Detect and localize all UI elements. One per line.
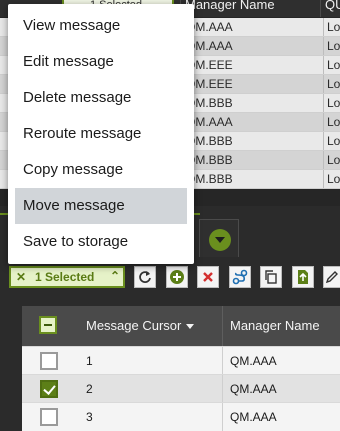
- row-checkbox[interactable]: [40, 408, 58, 426]
- context-menu: View message Edit message Delete message…: [8, 4, 194, 264]
- column-header-manager-name[interactable]: Manager Name: [222, 306, 340, 346]
- menu-item-copy-message[interactable]: Copy message: [15, 152, 187, 188]
- chevron-down-circle-icon: [209, 229, 231, 251]
- message-toolbar: ✕ 1 Selected ⌃: [0, 262, 340, 298]
- add-icon: [170, 270, 184, 284]
- route-icon: [232, 269, 248, 285]
- menu-item-delete-message[interactable]: Delete message: [15, 80, 187, 116]
- refresh-button[interactable]: [134, 266, 156, 288]
- add-button[interactable]: [166, 266, 188, 288]
- delete-button[interactable]: [197, 266, 219, 288]
- messages-table: Message Cursor Manager Name 1 QM.AAA 2 Q…: [22, 306, 340, 431]
- cursor-cell: 1: [86, 354, 93, 368]
- menu-item-edit-message[interactable]: Edit message: [15, 44, 187, 80]
- copy-icon: [265, 270, 277, 284]
- refresh-icon: [139, 271, 151, 283]
- manager-cell: QM.AAA: [222, 347, 277, 375]
- table-header: Message Cursor Manager Name: [22, 306, 340, 346]
- column-header-message-cursor[interactable]: Message Cursor: [86, 306, 222, 346]
- select-all-checkbox[interactable]: [39, 316, 57, 334]
- menu-item-view-message[interactable]: View message: [15, 8, 187, 44]
- cursor-cell: 2: [86, 382, 93, 396]
- x-icon[interactable]: ✕: [16, 270, 26, 284]
- delete-icon: [203, 272, 213, 282]
- row-checkbox[interactable]: [40, 380, 58, 398]
- menu-item-move-message[interactable]: Move message: [15, 188, 187, 224]
- export-icon: [298, 270, 308, 284]
- chevron-up-icon: ⌃: [110, 269, 121, 283]
- table-row[interactable]: 1 QM.AAA: [22, 346, 340, 375]
- menu-item-reroute-message[interactable]: Reroute message: [15, 116, 187, 152]
- edit-button[interactable]: [323, 266, 340, 288]
- table-row[interactable]: 2 QM.AAA: [22, 374, 340, 403]
- copy-button[interactable]: [260, 266, 282, 288]
- menu-item-save-to-storage[interactable]: Save to storage: [15, 224, 187, 260]
- export-button[interactable]: [292, 266, 314, 288]
- selection-count-label: 1 Selected: [35, 270, 95, 284]
- route-button[interactable]: [229, 266, 251, 288]
- top-col-q[interactable]: QU: [320, 0, 340, 17]
- sort-desc-icon: [186, 324, 195, 330]
- edit-icon: [325, 271, 338, 284]
- manager-cell: QM.AAA: [222, 375, 277, 403]
- collapse-panel-tab[interactable]: [199, 219, 239, 257]
- row-checkbox[interactable]: [40, 352, 58, 370]
- selection-toggle-button[interactable]: ✕ 1 Selected ⌃: [9, 266, 125, 288]
- top-col-manager[interactable]: Manager Name: [180, 0, 320, 17]
